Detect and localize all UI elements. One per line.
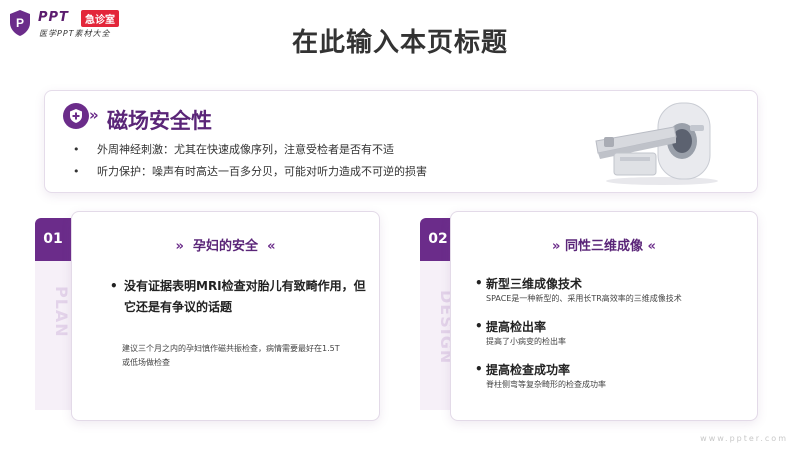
- card1-number-tab: 01: [35, 218, 71, 261]
- list-item-heading: 提高检查成功率: [486, 363, 571, 377]
- chevrons-right-icon: »: [89, 106, 99, 124]
- chevrons-right-icon: »: [175, 239, 184, 254]
- list-item: 新型三维成像技术 SPACE是一种新型的、采用长TR高效率的三维成像技术: [475, 276, 682, 305]
- card1: » 孕妇的安全 « 没有证据表明MRI检查对胎儿有致畸作用，但它还是有争议的话题…: [71, 211, 380, 421]
- card1-vertical-label: PLAN: [52, 286, 71, 338]
- card2-title: 同性三维成像: [564, 239, 643, 254]
- card2: » 同性三维成像 « 新型三维成像技术 SPACE是一种新型的、采用长TR高效率…: [450, 211, 758, 421]
- page-title: 在此输入本页标题: [291, 28, 508, 58]
- list-item-heading: 新型三维成像技术: [486, 277, 583, 291]
- list-item-heading: 提高检出率: [486, 320, 547, 334]
- list-item: 提高检出率 提高了小病变的检出率: [475, 319, 682, 348]
- chevrons-right-icon: »: [552, 239, 561, 254]
- card1-note: 建议三个月之内的孕妇慎作磁共振检查，病情需要最好在1.5T或低场做检查: [122, 344, 340, 367]
- list-item: 听力保护：噪声有时高达一百多分贝，可能对听力造成不可逆的损害: [73, 161, 427, 183]
- list-item: 外周神经刺激：尤其在快速成像序列，注意受检者是否有不适: [73, 139, 427, 161]
- chevrons-left-icon: «: [267, 239, 276, 254]
- footer-url: www.ppter.com: [700, 434, 788, 443]
- top-card-heading: 磁场安全性: [107, 109, 212, 133]
- shield-plus-icon: [63, 103, 89, 129]
- card2-title-row: » 同性三维成像 «: [451, 235, 757, 254]
- list-item: 提高检查成功率 脊柱侧弯等复杂畸形的检查成功率: [475, 362, 682, 391]
- card1-title: 孕妇的安全: [192, 239, 258, 254]
- card1-title-row: » 孕妇的安全 «: [72, 235, 379, 254]
- card2-list: 新型三维成像技术 SPACE是一种新型的、采用长TR高效率的三维成像技术 提高检…: [475, 276, 682, 405]
- top-card-bullets: 外周神经刺激：尤其在快速成像序列，注意受检者是否有不适 听力保护：噪声有时高达一…: [73, 139, 427, 183]
- list-item-desc: SPACE是一种新型的、采用长TR高效率的三维成像技术: [486, 294, 682, 303]
- card1-bullet: 没有证据表明MRI检查对胎儿有致畸作用，但它还是有争议的话题: [110, 276, 374, 318]
- list-item-desc: 提高了小病变的检出率: [486, 337, 566, 346]
- mri-machine-image: [595, 102, 718, 185]
- chevrons-left-icon: «: [647, 239, 656, 254]
- list-item-desc: 脊柱侧弯等复杂畸形的检查成功率: [486, 380, 606, 389]
